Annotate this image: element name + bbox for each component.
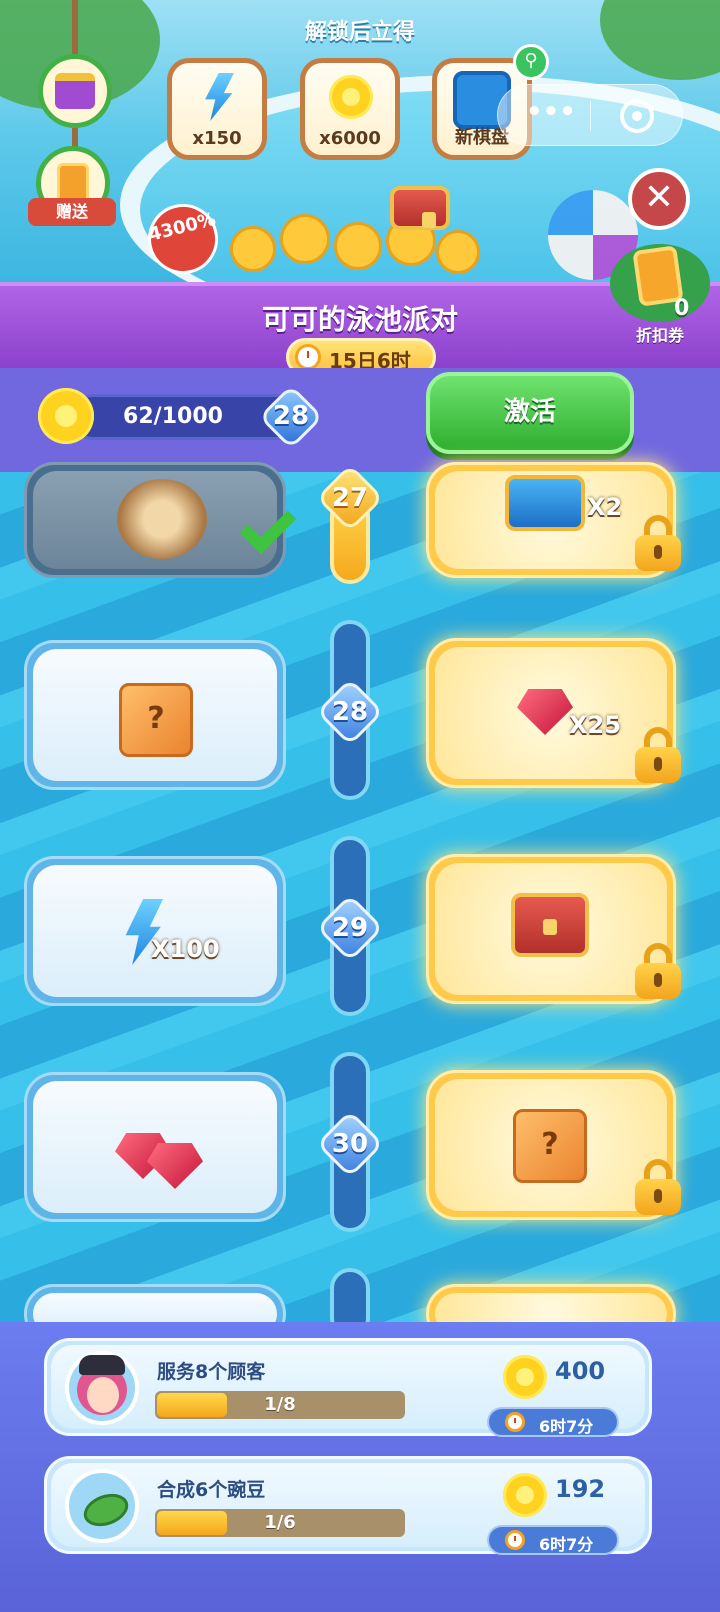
task-progress-text: 1/8 xyxy=(264,1394,296,1415)
ruby-icon xyxy=(147,1143,203,1189)
daily-tasks-panel: 服务8个顾客 1/8 400 6时7分 合成6个豌豆 1/6 192 6时7分 xyxy=(0,1322,720,1612)
pea-avatar xyxy=(65,1469,139,1543)
points-progress-text: 62/1000 xyxy=(123,404,223,429)
task-progress-bar: 1/6 xyxy=(155,1509,405,1537)
clock-icon xyxy=(505,1530,525,1550)
coupon-count: 0 xyxy=(674,296,690,321)
coin-icon xyxy=(334,222,382,270)
pea-icon xyxy=(79,1488,133,1532)
premium-reward-card-28[interactable]: X25 xyxy=(426,638,681,788)
level-node-number: 28 xyxy=(331,697,369,727)
unlock-rewards-title: 解锁后立得 xyxy=(304,20,415,45)
lock-icon xyxy=(635,515,681,571)
unlock-reward-flowers[interactable]: x6000 xyxy=(300,58,400,160)
task-timer: 6时7分 xyxy=(487,1407,619,1437)
level-node-number: 29 xyxy=(331,913,369,943)
capsule-divider xyxy=(590,101,591,131)
avatar-hat xyxy=(79,1355,125,1375)
coin-icon xyxy=(280,214,330,264)
clock-icon xyxy=(505,1412,525,1432)
unlock-reward-label: x150 xyxy=(192,128,242,149)
level-node-30: 30 xyxy=(316,1110,384,1178)
free-reward-card-30[interactable] xyxy=(24,1072,286,1222)
reward-quantity: X25 xyxy=(569,711,621,739)
food-platter-icon xyxy=(117,479,207,559)
task-timer: 6时7分 xyxy=(487,1525,619,1555)
current-level-number: 28 xyxy=(272,401,310,431)
more-options-icon[interactable]: ••• xyxy=(526,97,576,127)
mystery-box-icon: ? xyxy=(119,683,193,757)
coin-icon xyxy=(436,230,480,274)
gift-icon xyxy=(390,186,450,230)
lock-icon xyxy=(635,1159,681,1215)
task-title: 合成6个豌豆 xyxy=(157,1479,266,1501)
discount-coupon-button[interactable]: 0 折扣券 xyxy=(610,244,710,348)
avatar-face xyxy=(87,1377,119,1413)
reward-quantity: X2 xyxy=(587,493,623,521)
current-level-badge: 28 xyxy=(258,384,324,450)
premium-reward-card-27[interactable]: X2 xyxy=(426,462,681,578)
blue-chest-icon xyxy=(505,475,585,531)
gift-box-button[interactable] xyxy=(38,54,112,128)
flower-coin-icon xyxy=(329,75,373,119)
level-node-number: 30 xyxy=(331,1129,369,1159)
task-progress-text: 1/6 xyxy=(264,1512,296,1533)
rope-decoration xyxy=(72,0,78,56)
clock-icon xyxy=(295,344,321,370)
energy-bolt-icon xyxy=(205,73,234,121)
close-button[interactable]: ✕ xyxy=(628,168,690,230)
task-title: 服务8个顾客 xyxy=(157,1361,266,1383)
flower-coin-icon xyxy=(503,1355,547,1399)
red-chest-icon xyxy=(511,893,589,957)
level-node-number: 27 xyxy=(331,483,369,513)
task-timer-text: 6时7分 xyxy=(539,1417,594,1436)
treasure-pile-decoration xyxy=(210,186,500,286)
lock-icon xyxy=(635,943,681,999)
task-item[interactable]: 合成6个豌豆 1/6 192 6时7分 xyxy=(44,1456,652,1555)
close-miniprogram-icon[interactable] xyxy=(620,99,654,133)
task-timer-text: 6时7分 xyxy=(539,1535,594,1554)
ruby-icon xyxy=(517,689,573,735)
level-node-28: 28 xyxy=(316,678,384,746)
coin-icon xyxy=(230,226,276,272)
flower-coin-icon xyxy=(38,388,94,444)
gift-box-icon xyxy=(55,73,95,109)
task-item[interactable]: 服务8个顾客 1/8 400 6时7分 xyxy=(44,1338,652,1437)
reward-quantity: X100 xyxy=(151,935,220,963)
task-reward-amount: 192 xyxy=(555,1475,606,1503)
gift-label: 赠送 xyxy=(28,198,116,226)
free-reward-card-27[interactable] xyxy=(24,462,297,578)
mini-program-capsule: ••• xyxy=(497,84,683,146)
unlock-reward-label: x6000 xyxy=(319,128,381,149)
free-reward-card-29[interactable]: X100 xyxy=(24,856,286,1006)
activate-button[interactable]: 激活 xyxy=(426,372,634,454)
unlock-reward-energy[interactable]: x150 xyxy=(167,58,267,160)
coupon-label: 折扣券 xyxy=(635,326,684,345)
level-node-29: 29 xyxy=(316,894,384,962)
mystery-box-icon: ? xyxy=(513,1109,587,1183)
level-node-27: 27 xyxy=(316,464,384,532)
free-reward-card-28[interactable]: ? xyxy=(24,640,286,790)
premium-reward-card-29[interactable] xyxy=(426,854,681,1004)
lock-icon xyxy=(635,727,681,783)
flower-coin-icon xyxy=(503,1473,547,1517)
task-reward-amount: 400 xyxy=(555,1357,606,1385)
task-progress-bar: 1/8 xyxy=(155,1391,405,1419)
customer-avatar-icon xyxy=(65,1351,139,1425)
magnify-icon[interactable]: ⚲ xyxy=(513,44,549,80)
premium-reward-card-30[interactable]: ? xyxy=(426,1070,681,1220)
